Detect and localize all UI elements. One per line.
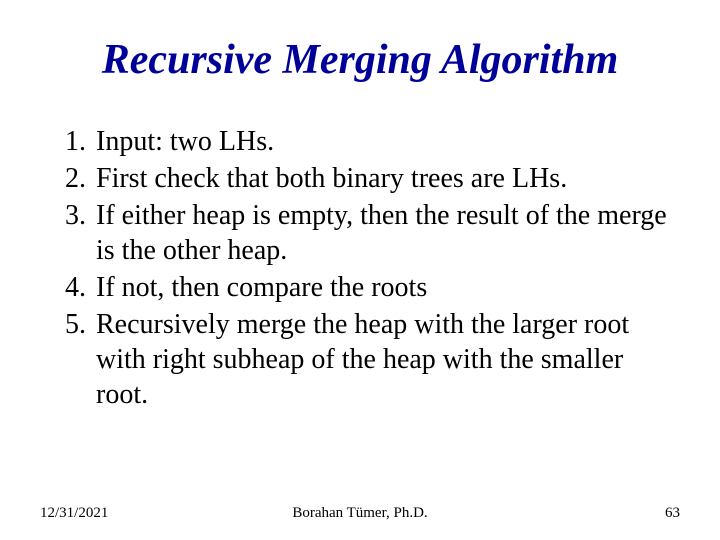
- footer-author: Borahan Tümer, Ph.D.: [0, 505, 720, 522]
- footer: 12/31/2021 Borahan Tümer, Ph.D. 63: [0, 505, 720, 522]
- slide-title: Recursive Merging Algorithm: [40, 36, 680, 84]
- item-number: 5.: [52, 307, 96, 412]
- item-number: 1.: [52, 124, 96, 159]
- item-text: First check that both binary trees are L…: [96, 161, 680, 196]
- item-number: 4.: [52, 270, 96, 305]
- item-text: If either heap is empty, then the result…: [96, 198, 680, 268]
- item-number: 3.: [52, 198, 96, 268]
- slide: Recursive Merging Algorithm 1. Input: tw…: [0, 0, 720, 540]
- list-item: 3. If either heap is empty, then the res…: [52, 198, 680, 268]
- item-text: Input: two LHs.: [96, 124, 680, 159]
- item-text: Recursively merge the heap with the larg…: [96, 307, 680, 412]
- list-item: 4. If not, then compare the roots: [52, 270, 680, 305]
- item-text: If not, then compare the roots: [96, 270, 680, 305]
- list-item: 2. First check that both binary trees ar…: [52, 161, 680, 196]
- list-item: 5. Recursively merge the heap with the l…: [52, 307, 680, 412]
- item-number: 2.: [52, 161, 96, 196]
- list-item: 1. Input: two LHs.: [52, 124, 680, 159]
- algorithm-list: 1. Input: two LHs. 2. First check that b…: [40, 124, 680, 412]
